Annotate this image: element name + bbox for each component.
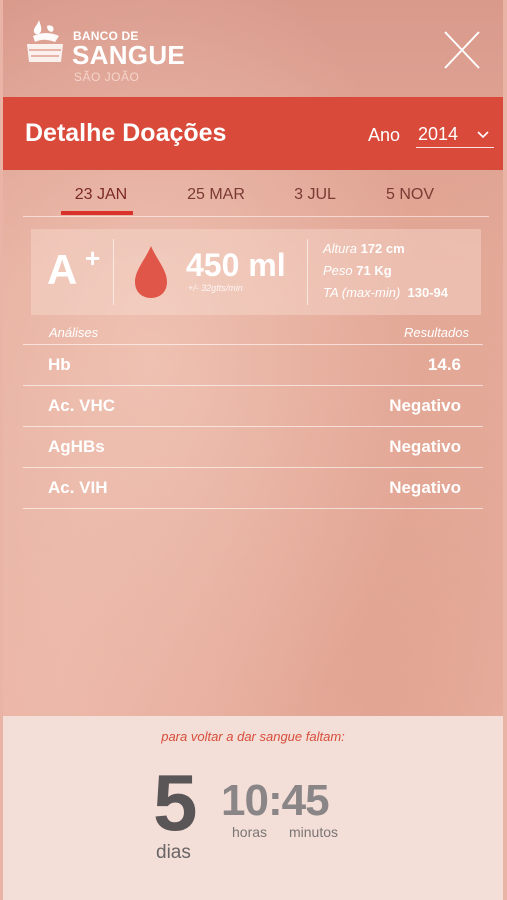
year-value: 2014 [418, 124, 459, 144]
tab-3-jul[interactable]: 3 JUL [285, 186, 345, 204]
analyses-column: Análises [49, 325, 99, 340]
height-value: 172 cm [360, 241, 405, 256]
tab-25-mar[interactable]: 25 MAR [181, 186, 251, 204]
top-bar: BANCO DE SANGUE SÃO JOÃO [3, 0, 503, 97]
donated-volume: 450 ml [186, 247, 286, 283]
drip-rate: +/- 32gtts/min [188, 283, 243, 293]
tab-5-nov[interactable]: 5 NOV [378, 186, 442, 204]
analysis-name: AgHBs [48, 437, 105, 456]
active-tab-indicator [61, 211, 133, 215]
analysis-result: 14.6 [427, 355, 461, 374]
analysis-result: Negativo [389, 396, 461, 415]
weight-value: 71 Kg [356, 263, 392, 278]
hours-unit: horas [232, 824, 268, 840]
blood-group: A [47, 246, 78, 293]
height-stat: Altura 172 cm [323, 241, 405, 256]
table-row: Ac. VHC Negativo [23, 386, 483, 427]
results-column: Resultados [403, 325, 469, 340]
table-row: Ac. VIH Negativo [23, 468, 483, 509]
app-screen: BANCO DE SANGUE SÃO JOÃO Detalhe Doações… [3, 0, 503, 900]
analysis-result: Negativo [389, 437, 461, 456]
donation-summary-card: A + 450 ml +/- 32gtts/min Altura 172 cm … [31, 229, 481, 315]
brand-line-2: SANGUE [72, 40, 186, 70]
analysis-name: Ac. VHC [48, 396, 116, 415]
donation-tabs: 23 JAN 25 MAR 3 JUL 5 NOV [23, 180, 489, 217]
height-label: Altura [323, 241, 357, 256]
countdown-label: para voltar a dar sangue faltam: [161, 729, 345, 744]
days-remaining: 5 [153, 758, 198, 847]
bp-label: TA (max-min) [323, 285, 401, 300]
close-icon[interactable] [443, 30, 481, 70]
table-row: Hb 14.6 [23, 345, 483, 386]
page-title: Detalhe Doações [25, 119, 227, 147]
blood-bank-logo [27, 20, 63, 62]
analysis-name: Hb [48, 355, 71, 374]
divider [307, 239, 308, 305]
rh-factor: + [85, 243, 101, 273]
analyses-header: Análises Resultados [23, 322, 483, 345]
days-unit: dias [156, 842, 191, 863]
bp-stat: TA (max-min) 130-94 [323, 285, 448, 300]
table-row: AgHBs Negativo [23, 427, 483, 468]
logo: BANCO DE SANGUE SÃO JOÃO [25, 18, 195, 84]
year-label: Ano [368, 125, 401, 145]
brand-line-3: SÃO JOÃO [74, 70, 140, 84]
weight-stat: Peso 71 Kg [323, 263, 392, 278]
analysis-result: Negativo [389, 478, 461, 497]
tab-23-jan[interactable]: 23 JAN [71, 186, 131, 204]
analysis-name: Ac. VIH [48, 478, 108, 497]
bp-value: 130-94 [407, 285, 448, 300]
blood-drop-icon [135, 246, 167, 298]
minutes-unit: minutos [289, 824, 339, 840]
year-dropdown[interactable]: 2014 [416, 123, 494, 148]
next-donation-countdown: para voltar a dar sangue faltam: 5 dias … [3, 716, 503, 900]
weight-label: Peso [323, 263, 353, 278]
time-remaining: 10:45 [221, 776, 330, 825]
title-bar: Detalhe Doações Ano 2014 [3, 97, 503, 170]
chevron-down-icon [477, 131, 489, 139]
divider [113, 239, 114, 305]
